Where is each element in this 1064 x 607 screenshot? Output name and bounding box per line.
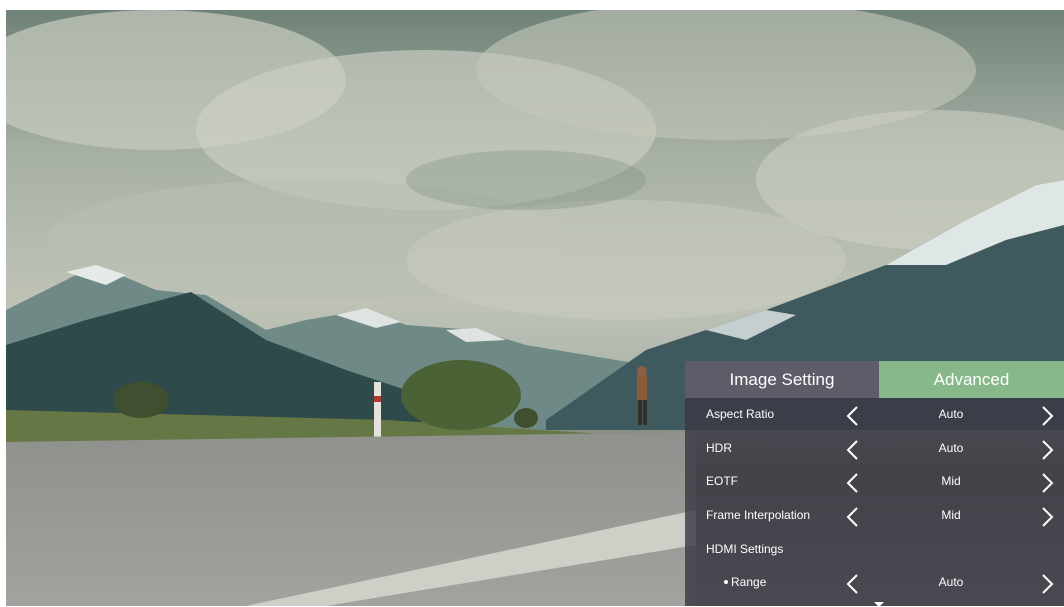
chevron-left-icon[interactable]	[845, 573, 861, 595]
chevron-left-icon[interactable]	[845, 506, 861, 528]
hdmi-settings-label: HDMI Settings	[706, 542, 784, 556]
range-row[interactable]: Range Auto	[685, 567, 1064, 600]
hdr-label: HDR	[706, 441, 732, 455]
frame-interpolation-row[interactable]: Frame Interpolation Mid	[685, 500, 1064, 533]
frame-interpolation-label: Frame Interpolation	[706, 508, 811, 522]
aspect-ratio-row[interactable]: Aspect Ratio Auto	[685, 399, 1064, 432]
hdr-row[interactable]: HDR Auto	[685, 433, 1064, 466]
aspect-ratio-value: Auto	[938, 407, 964, 421]
tab-image-setting[interactable]: Image Setting	[685, 361, 879, 398]
tab-advanced[interactable]: Advanced	[879, 361, 1064, 398]
chevron-right-icon[interactable]	[1039, 573, 1055, 595]
chevron-right-icon[interactable]	[1039, 439, 1055, 461]
range-value: Auto	[938, 575, 964, 589]
eotf-label: EOTF	[706, 474, 738, 488]
bullet-icon	[724, 580, 728, 584]
aspect-ratio-label: Aspect Ratio	[706, 407, 775, 421]
chevron-left-icon[interactable]	[845, 472, 861, 494]
caret-down-icon[interactable]	[874, 602, 884, 607]
chevron-right-icon[interactable]	[1039, 506, 1055, 528]
hdmi-settings-row[interactable]: HDMI Settings	[685, 534, 1064, 567]
frame-interpolation-value: Mid	[941, 508, 961, 522]
eotf-row[interactable]: EOTF Mid	[685, 466, 1064, 499]
eotf-value: Mid	[941, 474, 961, 488]
chevron-left-icon[interactable]	[845, 405, 861, 427]
chevron-right-icon[interactable]	[1039, 405, 1055, 427]
chevron-right-icon[interactable]	[1039, 472, 1055, 494]
chevron-left-icon[interactable]	[845, 439, 861, 461]
advanced-settings-panel: Image Setting Advanced Aspect Ratio Auto…	[685, 361, 1064, 607]
settings-tabs: Image Setting Advanced	[685, 361, 1064, 398]
hdr-value: Auto	[938, 441, 964, 455]
range-label: Range	[731, 575, 767, 589]
